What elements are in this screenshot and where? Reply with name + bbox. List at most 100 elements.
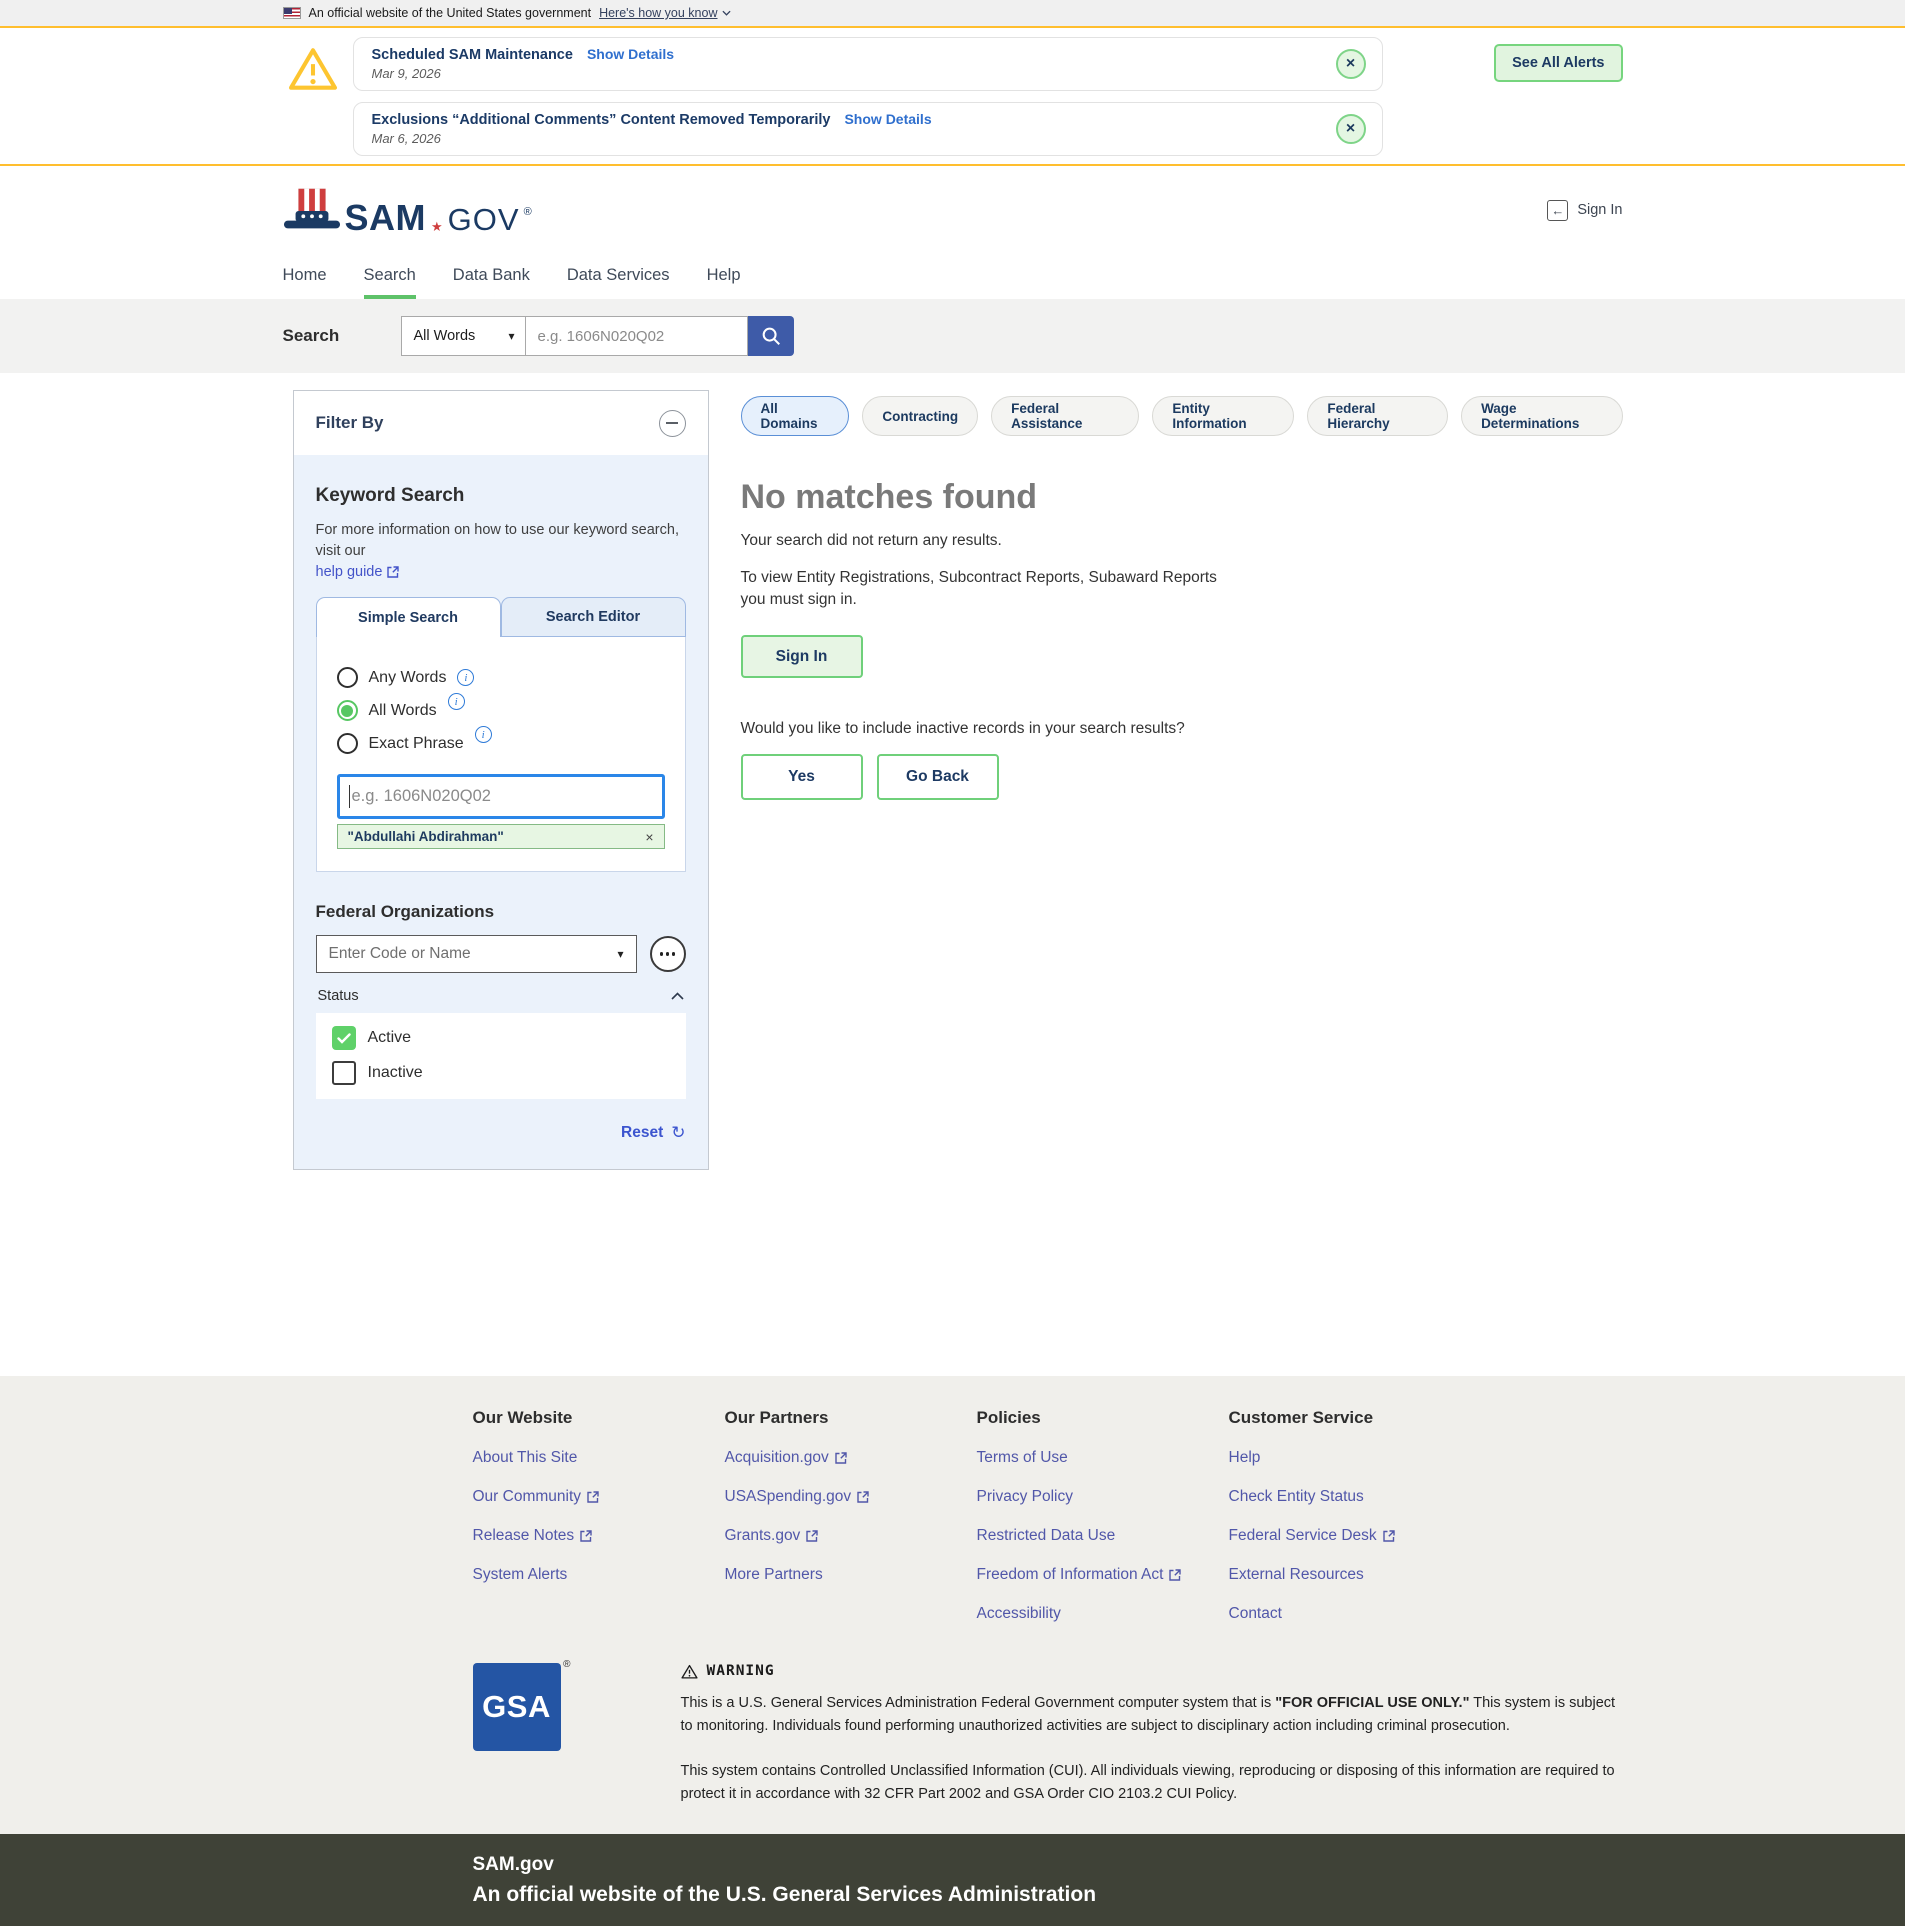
nav-item-data-services[interactable]: Data Services — [567, 254, 670, 299]
footer-column-heading: Policies — [977, 1408, 1229, 1428]
logo-star-icon: ★ — [431, 220, 443, 233]
keyword-search-heading: Keyword Search — [316, 485, 686, 507]
close-alert-button[interactable]: × — [1336, 49, 1366, 79]
footer-link-contact[interactable]: Contact — [1229, 1605, 1481, 1623]
filter-panel-title: Filter By — [316, 413, 384, 433]
help-guide-link[interactable]: help guide — [316, 564, 400, 580]
go-back-button[interactable]: Go Back — [877, 754, 999, 800]
footer-column-our-partners: Our Partners Acquisition.gov USASpending… — [725, 1408, 977, 1623]
chevron-down-icon — [722, 10, 731, 16]
all-words-radio[interactable] — [337, 700, 358, 721]
footer-link-check-entity-status[interactable]: Check Entity Status — [1229, 1488, 1481, 1506]
footer-link-usaspending-gov[interactable]: USASpending.gov — [725, 1488, 977, 1506]
warning-paragraph-1: This is a U.S. General Services Administ… — [681, 1692, 1623, 1738]
domain-tab-all-domains[interactable]: All Domains — [741, 396, 850, 436]
domain-tab-entity-information[interactable]: Entity Information — [1152, 396, 1294, 436]
footer-link-federal-service-desk[interactable]: Federal Service Desk — [1229, 1527, 1481, 1545]
warning-icon — [681, 1664, 698, 1679]
search-mode-select[interactable]: All Words ▾ — [401, 316, 526, 356]
more-options-button[interactable] — [650, 936, 686, 972]
footer-link-foia[interactable]: Freedom of Information Act — [977, 1566, 1229, 1584]
uncle-sam-hat-icon — [283, 186, 341, 234]
gov-banner-text: An official website of the United States… — [309, 6, 592, 20]
external-link-icon — [580, 1530, 592, 1542]
footer-link-about-this-site[interactable]: About This Site — [473, 1449, 725, 1467]
check-icon — [337, 1033, 351, 1044]
footer-link-terms-of-use[interactable]: Terms of Use — [977, 1449, 1229, 1467]
domain-tab-wage-determinations[interactable]: Wage Determinations — [1461, 396, 1622, 436]
us-flag-icon — [283, 7, 301, 19]
alert-date: Mar 6, 2026 — [372, 131, 1322, 146]
info-icon[interactable]: i — [457, 669, 474, 686]
remove-chip-button[interactable]: × — [645, 829, 653, 845]
keyword-search-input[interactable] — [337, 774, 665, 819]
how-you-know-link[interactable]: Here's how you know — [599, 6, 730, 20]
see-all-alerts-button[interactable]: See All Alerts — [1494, 44, 1622, 82]
nav-item-search[interactable]: Search — [364, 254, 416, 299]
footer-site-name: SAM.gov — [473, 1854, 1623, 1876]
include-inactive-question: Would you like to include inactive recor… — [741, 720, 1623, 738]
chevron-up-icon[interactable] — [671, 992, 684, 1000]
footer-link-acquisition-gov[interactable]: Acquisition.gov — [725, 1449, 977, 1467]
sam-gov-logo[interactable]: SAM ★ GOV ® — [283, 186, 532, 234]
search-band: Search All Words ▾ — [0, 299, 1905, 373]
minus-icon — [666, 422, 678, 424]
warning-heading: WARNING — [707, 1663, 775, 1679]
tab-simple-search[interactable]: Simple Search — [316, 597, 501, 637]
domain-tab-federal-assistance[interactable]: Federal Assistance — [991, 396, 1139, 436]
footer-link-system-alerts[interactable]: System Alerts — [473, 1566, 725, 1584]
nav-item-data-bank[interactable]: Data Bank — [453, 254, 530, 299]
gsa-warning-section: GSA ® WARNING This is a U.S. General Ser… — [0, 1649, 1905, 1834]
any-words-radio[interactable] — [337, 667, 358, 688]
show-details-link[interactable]: Show Details — [844, 111, 931, 127]
domain-tab-contracting[interactable]: Contracting — [862, 396, 978, 436]
yes-button[interactable]: Yes — [741, 754, 863, 800]
footer-link-help[interactable]: Help — [1229, 1449, 1481, 1467]
collapse-filters-button[interactable] — [659, 410, 686, 437]
info-icon[interactable]: i — [475, 726, 492, 743]
federal-organizations-heading: Federal Organizations — [316, 902, 686, 922]
close-alert-button[interactable]: × — [1336, 114, 1366, 144]
reset-icon[interactable]: ↻ — [671, 1123, 685, 1143]
alert-title: Exclusions “Additional Comments” Content… — [372, 112, 831, 128]
search-band-label: Search — [283, 326, 401, 346]
domain-tab-federal-hierarchy[interactable]: Federal Hierarchy — [1307, 396, 1448, 436]
global-search-input[interactable] — [526, 316, 748, 356]
no-results-message: Your search did not return any results. — [741, 532, 1623, 550]
dark-footer: SAM.gov An official website of the U.S. … — [0, 1834, 1905, 1926]
federal-organizations-select[interactable]: Enter Code or Name ▾ — [316, 935, 637, 973]
footer-link-privacy-policy[interactable]: Privacy Policy — [977, 1488, 1229, 1506]
footer-link-restricted-data-use[interactable]: Restricted Data Use — [977, 1527, 1229, 1545]
gov-banner: An official website of the United States… — [0, 0, 1905, 26]
reset-filters-link[interactable]: Reset — [621, 1124, 663, 1142]
search-submit-button[interactable] — [748, 316, 794, 356]
active-checkbox[interactable] — [332, 1026, 356, 1050]
search-icon — [760, 325, 782, 347]
show-details-link[interactable]: Show Details — [587, 46, 674, 62]
main-nav: Home Search Data Bank Data Services Help — [0, 254, 1905, 299]
sign-in-button[interactable]: Sign In — [741, 635, 863, 678]
info-icon[interactable]: i — [448, 693, 465, 710]
keyword-search-tabs: Simple Search Search Editor — [316, 597, 686, 637]
header-sign-in-link[interactable]: ← Sign In — [1547, 200, 1622, 221]
status-options-box: Active Inactive — [316, 1013, 686, 1099]
footer-link-our-community[interactable]: Our Community — [473, 1488, 725, 1506]
footer-link-external-resources[interactable]: External Resources — [1229, 1566, 1481, 1584]
tab-search-editor[interactable]: Search Editor — [501, 597, 686, 637]
footer-links-section: Our Website About This Site Our Communit… — [0, 1376, 1905, 1649]
gsa-logo: GSA — [473, 1663, 561, 1751]
nav-item-help[interactable]: Help — [707, 254, 741, 299]
footer-link-more-partners[interactable]: More Partners — [725, 1566, 977, 1584]
external-link-icon — [1383, 1530, 1395, 1542]
footer-link-release-notes[interactable]: Release Notes — [473, 1527, 725, 1545]
alerts-section: Scheduled SAM Maintenance Show Details M… — [0, 26, 1905, 166]
alert-title: Scheduled SAM Maintenance — [372, 47, 573, 63]
nav-item-home[interactable]: Home — [283, 254, 327, 299]
exact-phrase-radio[interactable] — [337, 733, 358, 754]
footer-link-grants-gov[interactable]: Grants.gov — [725, 1527, 977, 1545]
footer-column-heading: Customer Service — [1229, 1408, 1481, 1428]
inactive-checkbox[interactable] — [332, 1061, 356, 1085]
alert-date: Mar 9, 2026 — [372, 66, 1322, 81]
warning-paragraph-2: This system contains Controlled Unclassi… — [681, 1760, 1623, 1806]
footer-link-accessibility[interactable]: Accessibility — [977, 1605, 1229, 1623]
